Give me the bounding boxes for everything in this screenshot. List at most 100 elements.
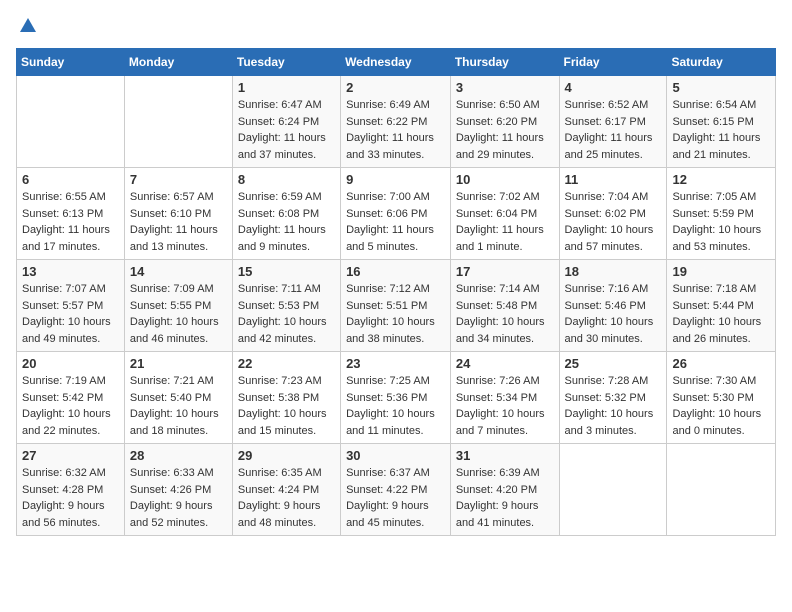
sunset-text: Sunset: 6:06 PM bbox=[346, 206, 445, 223]
logo bbox=[16, 16, 38, 36]
sunrise-text: Sunrise: 7:18 AM bbox=[672, 281, 770, 298]
day-number: 12 bbox=[672, 172, 770, 187]
sunrise-text: Sunrise: 6:59 AM bbox=[238, 189, 335, 206]
sunset-text: Sunset: 5:44 PM bbox=[672, 298, 770, 315]
daylight-text: Daylight: 11 hours and 33 minutes. bbox=[346, 130, 445, 163]
day-number: 6 bbox=[22, 172, 119, 187]
sunset-text: Sunset: 4:24 PM bbox=[238, 482, 335, 499]
daylight-text: Daylight: 10 hours and 46 minutes. bbox=[130, 314, 227, 347]
sunset-text: Sunset: 5:40 PM bbox=[130, 390, 227, 407]
sunset-text: Sunset: 6:04 PM bbox=[456, 206, 554, 223]
daylight-text: Daylight: 10 hours and 7 minutes. bbox=[456, 406, 554, 439]
day-info: Sunrise: 7:16 AMSunset: 5:46 PMDaylight:… bbox=[565, 281, 662, 347]
day-info: Sunrise: 6:59 AMSunset: 6:08 PMDaylight:… bbox=[238, 189, 335, 255]
day-info: Sunrise: 7:28 AMSunset: 5:32 PMDaylight:… bbox=[565, 373, 662, 439]
day-cell-13: 13Sunrise: 7:07 AMSunset: 5:57 PMDayligh… bbox=[17, 260, 125, 352]
sunset-text: Sunset: 5:57 PM bbox=[22, 298, 119, 315]
day-info: Sunrise: 6:50 AMSunset: 6:20 PMDaylight:… bbox=[456, 97, 554, 163]
daylight-text: Daylight: 11 hours and 29 minutes. bbox=[456, 130, 554, 163]
day-cell-10: 10 Sunrise: 7:02 AMSunset: 6:04 PMDayligh… bbox=[450, 168, 559, 260]
empty-cell bbox=[17, 76, 125, 168]
sunrise-text: Sunrise: 7:28 AM bbox=[565, 373, 662, 390]
sunrise-text: Sunrise: 7:02 AM bbox=[456, 189, 554, 206]
day-number: 3 bbox=[456, 80, 554, 95]
day-number: 17 bbox=[456, 264, 554, 279]
sunrise-text: Sunrise: 7:07 AM bbox=[22, 281, 119, 298]
sunrise-text: Sunrise: 6:55 AM bbox=[22, 189, 119, 206]
sunset-text: Sunset: 6:24 PM bbox=[238, 114, 335, 131]
sunset-text: Sunset: 6:02 PM bbox=[565, 206, 662, 223]
daylight-text: Daylight: 11 hours and 37 minutes. bbox=[238, 130, 335, 163]
day-cell-26: 26Sunrise: 7:30 AMSunset: 5:30 PMDayligh… bbox=[667, 352, 776, 444]
sunset-text: Sunset: 5:51 PM bbox=[346, 298, 445, 315]
daylight-text: Daylight: 10 hours and 57 minutes. bbox=[565, 222, 662, 255]
sunset-text: Sunset: 6:08 PM bbox=[238, 206, 335, 223]
sunset-text: Sunset: 5:34 PM bbox=[456, 390, 554, 407]
daylight-text: Daylight: 11 hours and 17 minutes. bbox=[22, 222, 119, 255]
weekday-header-sunday: Sunday bbox=[17, 49, 125, 76]
day-info: Sunrise: 7:18 AMSunset: 5:44 PMDaylight:… bbox=[672, 281, 770, 347]
day-info: Sunrise: 6:39 AMSunset: 4:20 PMDaylight:… bbox=[456, 465, 554, 531]
day-info: Sunrise: 6:33 AMSunset: 4:26 PMDaylight:… bbox=[130, 465, 227, 531]
day-number: 22 bbox=[238, 356, 335, 371]
day-cell-6: 6Sunrise: 6:55 AMSunset: 6:13 PMDaylight… bbox=[17, 168, 125, 260]
sunset-text: Sunset: 4:26 PM bbox=[130, 482, 227, 499]
day-cell-7: 7 Sunrise: 6:57 AMSunset: 6:10 PMDaylight… bbox=[124, 168, 232, 260]
day-number: 2 bbox=[346, 80, 445, 95]
sunset-text: Sunset: 6:10 PM bbox=[130, 206, 227, 223]
week-row-1: 1Sunrise: 6:47 AMSunset: 6:24 PMDaylight… bbox=[17, 76, 776, 168]
day-info: Sunrise: 6:47 AMSunset: 6:24 PMDaylight:… bbox=[238, 97, 335, 163]
day-info: Sunrise: 7:19 AMSunset: 5:42 PMDaylight:… bbox=[22, 373, 119, 439]
weekday-header-tuesday: Tuesday bbox=[232, 49, 340, 76]
empty-cell bbox=[559, 444, 667, 536]
daylight-text: Daylight: 11 hours and 9 minutes. bbox=[238, 222, 335, 255]
day-cell-11: 11Sunrise: 7:04 AMSunset: 6:02 PMDayligh… bbox=[559, 168, 667, 260]
daylight-text: Daylight: 9 hours and 52 minutes. bbox=[130, 498, 227, 531]
sunrise-text: Sunrise: 6:39 AM bbox=[456, 465, 554, 482]
day-number: 25 bbox=[565, 356, 662, 371]
day-info: Sunrise: 7:02 AMSunset: 6:04 PMDaylight:… bbox=[456, 189, 554, 255]
day-number: 1 bbox=[238, 80, 335, 95]
sunrise-text: Sunrise: 6:33 AM bbox=[130, 465, 227, 482]
day-info: Sunrise: 6:57 AMSunset: 6:10 PMDaylight:… bbox=[130, 189, 227, 255]
sunset-text: Sunset: 5:53 PM bbox=[238, 298, 335, 315]
day-cell-16: 16Sunrise: 7:12 AMSunset: 5:51 PMDayligh… bbox=[341, 260, 451, 352]
day-cell-14: 14Sunrise: 7:09 AMSunset: 5:55 PMDayligh… bbox=[124, 260, 232, 352]
sunset-text: Sunset: 5:32 PM bbox=[565, 390, 662, 407]
page-header bbox=[16, 16, 776, 36]
sunrise-text: Sunrise: 6:54 AM bbox=[672, 97, 770, 114]
day-cell-25: 25 Sunrise: 7:28 AMSunset: 5:32 PMDayligh… bbox=[559, 352, 667, 444]
day-cell-12: 12Sunrise: 7:05 AMSunset: 5:59 PMDayligh… bbox=[667, 168, 776, 260]
day-cell-2: 2Sunrise: 6:49 AMSunset: 6:22 PMDaylight… bbox=[341, 76, 451, 168]
sunrise-text: Sunrise: 6:47 AM bbox=[238, 97, 335, 114]
weekday-header-saturday: Saturday bbox=[667, 49, 776, 76]
empty-cell bbox=[124, 76, 232, 168]
day-cell-30: 30Sunrise: 6:37 AMSunset: 4:22 PMDayligh… bbox=[341, 444, 451, 536]
sunset-text: Sunset: 6:17 PM bbox=[565, 114, 662, 131]
sunset-text: Sunset: 4:22 PM bbox=[346, 482, 445, 499]
day-cell-18: 18Sunrise: 7:16 AMSunset: 5:46 PMDayligh… bbox=[559, 260, 667, 352]
day-info: Sunrise: 7:00 AMSunset: 6:06 PMDaylight:… bbox=[346, 189, 445, 255]
day-info: Sunrise: 7:23 AMSunset: 5:38 PMDaylight:… bbox=[238, 373, 335, 439]
sunset-text: Sunset: 5:59 PM bbox=[672, 206, 770, 223]
calendar-table: SundayMondayTuesdayWednesdayThursdayFrid… bbox=[16, 48, 776, 536]
day-number: 4 bbox=[565, 80, 662, 95]
sunrise-text: Sunrise: 7:23 AM bbox=[238, 373, 335, 390]
week-row-4: 20Sunrise: 7:19 AMSunset: 5:42 PMDayligh… bbox=[17, 352, 776, 444]
day-number: 26 bbox=[672, 356, 770, 371]
daylight-text: Daylight: 10 hours and 53 minutes. bbox=[672, 222, 770, 255]
sunrise-text: Sunrise: 6:50 AM bbox=[456, 97, 554, 114]
sunrise-text: Sunrise: 6:52 AM bbox=[565, 97, 662, 114]
weekday-header-friday: Friday bbox=[559, 49, 667, 76]
sunrise-text: Sunrise: 7:00 AM bbox=[346, 189, 445, 206]
weekday-header-row: SundayMondayTuesdayWednesdayThursdayFrid… bbox=[17, 49, 776, 76]
sunset-text: Sunset: 6:22 PM bbox=[346, 114, 445, 131]
sunrise-text: Sunrise: 6:32 AM bbox=[22, 465, 119, 482]
day-number: 10 bbox=[456, 172, 554, 187]
day-info: Sunrise: 7:07 AMSunset: 5:57 PMDaylight:… bbox=[22, 281, 119, 347]
daylight-text: Daylight: 11 hours and 5 minutes. bbox=[346, 222, 445, 255]
day-number: 11 bbox=[565, 172, 662, 187]
sunset-text: Sunset: 4:28 PM bbox=[22, 482, 119, 499]
day-number: 7 bbox=[130, 172, 227, 187]
sunset-text: Sunset: 5:42 PM bbox=[22, 390, 119, 407]
